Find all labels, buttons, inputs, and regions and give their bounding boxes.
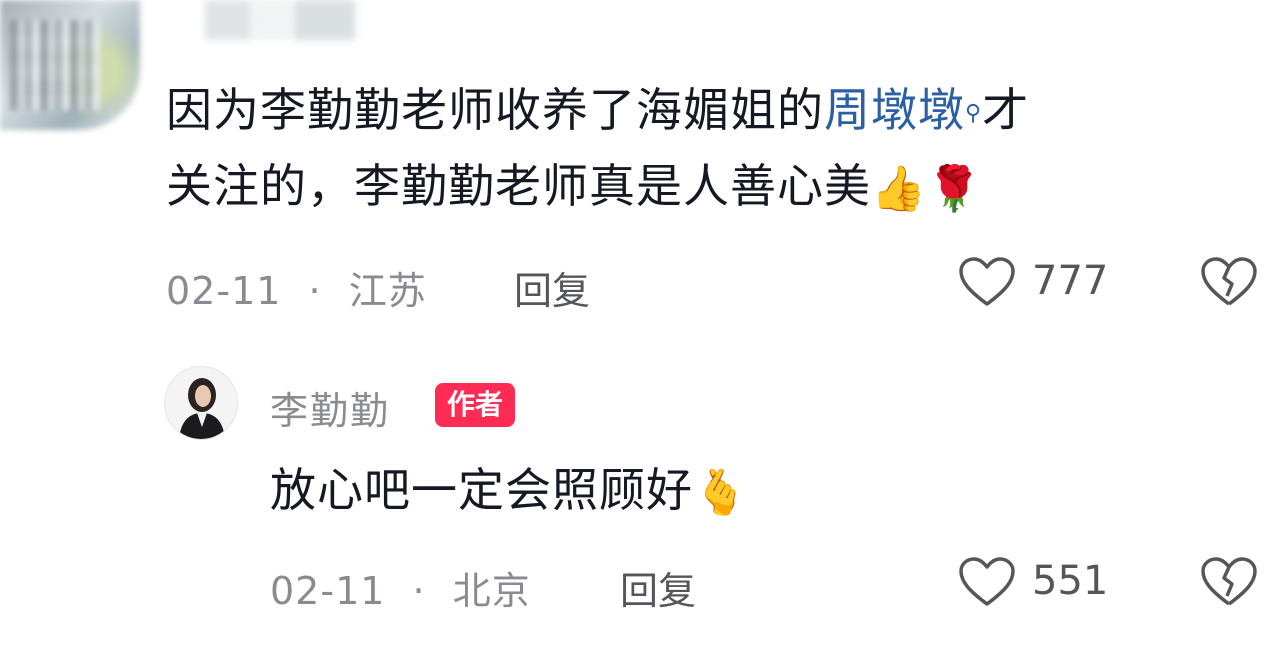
author-badge: 作者 bbox=[435, 383, 516, 427]
reply-text-part: 放心吧一定会照顾好 bbox=[270, 463, 693, 517]
heart-outline-icon[interactable] bbox=[958, 556, 1016, 608]
like-count: 777 bbox=[1032, 258, 1109, 304]
broken-heart-icon[interactable] bbox=[1200, 256, 1258, 308]
reply-text: 放心吧一定会照顾好🫰 bbox=[270, 462, 749, 522]
separator: · bbox=[412, 569, 426, 613]
username[interactable] bbox=[205, 0, 355, 40]
reply-button[interactable]: 回复 bbox=[620, 560, 696, 615]
comment-meta: 02-11 · 江苏 bbox=[166, 260, 427, 315]
author-name[interactable]: 李勤勤 bbox=[270, 380, 390, 435]
rose-icon: 🌹 bbox=[926, 163, 983, 215]
heart-outline-icon[interactable] bbox=[958, 256, 1016, 308]
reply-button[interactable]: 回复 bbox=[514, 260, 590, 315]
search-icon[interactable]: ⚲ bbox=[965, 101, 982, 126]
avatar[interactable] bbox=[0, 0, 140, 130]
comment-text-part: 因为李勤勤老师收养了海媚姐的 bbox=[166, 83, 824, 137]
comment-text-part: 关注的，李勤勤老师真是人善心美 bbox=[166, 159, 871, 213]
thumbs-up-icon: 👍 bbox=[871, 163, 927, 215]
author-avatar[interactable] bbox=[164, 366, 238, 440]
reply-date: 02-11 bbox=[270, 569, 386, 613]
comment-location: 江苏 bbox=[348, 269, 427, 313]
reply-meta: 02-11 · 北京 bbox=[270, 560, 531, 615]
comment-text-line-1: 因为李勤勤老师收养了海媚姐的周墩墩⚲才 bbox=[166, 82, 1029, 138]
finger-heart-icon: 🫰 bbox=[693, 467, 749, 519]
separator: · bbox=[308, 269, 322, 313]
hashtag-link[interactable]: 周墩墩 bbox=[824, 83, 965, 137]
comment-text-line-2: 关注的，李勤勤老师真是人善心美👍🌹 bbox=[166, 158, 983, 218]
reply-location: 北京 bbox=[452, 569, 531, 613]
like-count: 551 bbox=[1032, 558, 1109, 604]
broken-heart-icon[interactable] bbox=[1200, 556, 1258, 608]
comment-text-part: 才 bbox=[982, 83, 1030, 137]
comment-date: 02-11 bbox=[166, 269, 282, 313]
